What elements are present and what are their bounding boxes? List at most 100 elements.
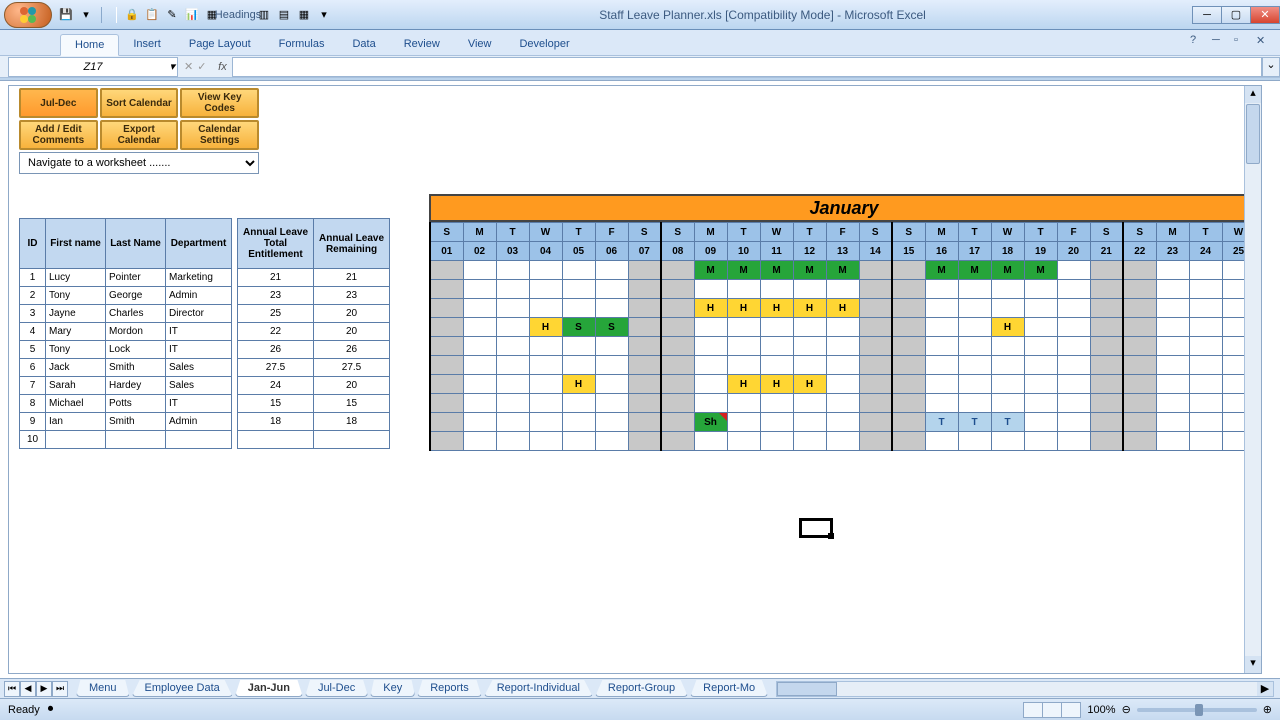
table-row[interactable]: 7SarahHardeySales2420 [20,377,390,395]
macro-record-icon[interactable]: ⏺ [48,703,54,716]
zoom-out-icon[interactable]: ⊖ [1122,703,1131,716]
table-row[interactable]: 9IanSmithAdmin1818 [20,413,390,431]
office-button[interactable] [4,2,52,28]
table-row[interactable]: 10 [20,431,390,449]
ribbon-close-icon[interactable]: ✕ [1256,34,1270,48]
calendar-area: January SMTWTFSSMTWTFSSMTWTFSSMTW0102030… [429,194,1259,451]
sheet-tab-reports[interactable]: Reports [417,680,482,697]
sheet-tab-employee-data[interactable]: Employee Data [132,680,233,697]
sheet-tab-jan-jun[interactable]: Jan-Jun [235,680,303,697]
close-button[interactable]: ✕ [1250,6,1280,24]
selected-cell-marker [799,518,833,538]
ribbon-tab-page-layout[interactable]: Page Layout [175,34,265,55]
scroll-up-icon[interactable]: ▴ [1245,86,1261,103]
edit-icon[interactable]: ✎ [164,7,180,23]
help-icon[interactable]: ? [1190,34,1204,48]
scroll-down-icon[interactable]: ▾ [1245,656,1261,673]
ribbon-restore-icon[interactable]: ▫ [1234,34,1248,48]
layout1-icon[interactable]: ▥ [256,7,272,23]
table-row[interactable]: 8MichaelPottsIT1515 [20,395,390,413]
calendar-settings-button[interactable]: Calendar Settings [180,120,259,150]
calendar-grid[interactable]: SMTWTFSSMTWTFSSMTWTFSSMTW010203040506070… [429,222,1256,451]
zoom-slider[interactable] [1137,708,1257,712]
sheet-tab-menu[interactable]: Menu [76,680,130,697]
lock-icon[interactable]: 🔒 [124,7,140,23]
scroll-thumb[interactable] [1246,104,1260,164]
formula-expand-icon[interactable]: ⌄ [1262,57,1280,77]
hscroll-right-icon[interactable]: ▶ [1257,682,1273,696]
view-layout-icon[interactable] [1042,702,1062,718]
zoom-level: 100% [1087,704,1115,716]
ribbon-tab-insert[interactable]: Insert [119,34,175,55]
calendar-row[interactable]: HHHH [430,375,1255,394]
name-box[interactable]: Z17 ▾ [8,57,178,77]
sheet-nav-last-icon[interactable]: ⏭ [52,681,68,697]
sheet-tab-report-individual[interactable]: Report-Individual [484,680,593,697]
month-header: January [429,194,1259,222]
zoom-in-icon[interactable]: ⊕ [1263,703,1272,716]
horizontal-scrollbar[interactable]: ◀ ▶ [776,681,1274,697]
chart-icon[interactable]: 📊 [184,7,200,23]
dropdown-icon[interactable]: ▾ [78,7,94,23]
copy-icon[interactable]: 📋 [144,7,160,23]
formula-input[interactable] [232,57,1262,77]
control-panel: Jul-Dec Sort Calendar View Key Codes Add… [19,88,259,174]
juldec-button[interactable]: Jul-Dec [19,88,98,118]
style-label: Headings [230,7,246,23]
calendar-row[interactable] [430,356,1255,375]
calendar-row[interactable] [430,394,1255,413]
save-icon[interactable]: 💾 [58,7,74,23]
calendar-row[interactable]: HHHHH [430,299,1255,318]
ribbon-tab-data[interactable]: Data [338,34,389,55]
cancel-fx-icon[interactable]: ✕ [184,60,193,73]
navigate-worksheet-select[interactable]: Navigate to a worksheet ....... [19,152,259,174]
add-edit-comments-button[interactable]: Add / Edit Comments [19,120,98,150]
export-calendar-button[interactable]: Export Calendar [100,120,179,150]
calendar-row[interactable]: HSSH [430,318,1255,337]
sort-calendar-button[interactable]: Sort Calendar [100,88,179,118]
view-normal-icon[interactable] [1023,702,1043,718]
table-row[interactable]: 3JayneCharlesDirector2520 [20,305,390,323]
ribbon-tabs: HomeInsertPage LayoutFormulasDataReviewV… [0,30,1280,56]
table-row[interactable]: 5TonyLockIT2626 [20,341,390,359]
sheet-nav-next-icon[interactable]: ▶ [36,681,52,697]
ribbon-tab-formulas[interactable]: Formulas [265,34,339,55]
ribbon-tab-review[interactable]: Review [390,34,454,55]
layout3-icon[interactable]: ▦ [296,7,312,23]
sheet-nav-first-icon[interactable]: ⏮ [4,681,20,697]
ribbon-tab-developer[interactable]: Developer [505,34,583,55]
staff-table: IDFirst nameLast NameDepartmentAnnual Le… [19,218,390,449]
sheet-tab-report-mo[interactable]: Report-Mo [690,680,768,697]
calendar-row[interactable]: ShTTT [430,413,1255,432]
sheet-tab-bar: ⏮ ◀ ▶ ⏭ MenuEmployee DataJan-JunJul-DecK… [0,678,1280,698]
table-row[interactable]: 6JackSmithSales27.527.5 [20,359,390,377]
status-ready: Ready [8,704,40,716]
minimize-button[interactable]: ─ [1192,6,1222,24]
enter-fx-icon[interactable]: ✓ [197,60,206,73]
sheet-tab-report-group[interactable]: Report-Group [595,680,688,697]
sheet-tab-jul-dec[interactable]: Jul-Dec [305,680,368,697]
ribbon-tab-home[interactable]: Home [60,34,119,56]
view-pagebreak-icon[interactable] [1061,702,1081,718]
namebox-dropdown-icon[interactable]: ▾ [169,60,175,73]
ribbon-tab-view[interactable]: View [454,34,506,55]
view-buttons [1024,702,1081,718]
table-row[interactable]: 4MaryMordonIT2220 [20,323,390,341]
calendar-row[interactable] [430,432,1255,451]
fx-icon[interactable]: fx [212,61,232,73]
calendar-row[interactable] [430,280,1255,299]
sheet-nav-prev-icon[interactable]: ◀ [20,681,36,697]
calendar-row[interactable]: MMMMMMMMM [430,261,1255,280]
sheet-tab-key[interactable]: Key [370,680,415,697]
staff-table-area: IDFirst nameLast NameDepartmentAnnual Le… [19,218,419,449]
view-key-codes-button[interactable]: View Key Codes [180,88,259,118]
dropdown2-icon[interactable]: ▾ [316,7,332,23]
ribbon-minimize-icon[interactable]: ─ [1212,34,1226,48]
calendar-row[interactable] [430,337,1255,356]
maximize-button[interactable]: ▢ [1221,6,1251,24]
title-bar: 💾 ▾ 🔒 📋 ✎ 📊 ▦ Headings ▥ ▤ ▦ ▾ Staff Lea… [0,0,1280,30]
layout2-icon[interactable]: ▤ [276,7,292,23]
vertical-scrollbar[interactable]: ▴ ▾ [1244,86,1261,673]
table-row[interactable]: 2TonyGeorgeAdmin2323 [20,287,390,305]
table-row[interactable]: 1LucyPointerMarketing2121 [20,269,390,287]
